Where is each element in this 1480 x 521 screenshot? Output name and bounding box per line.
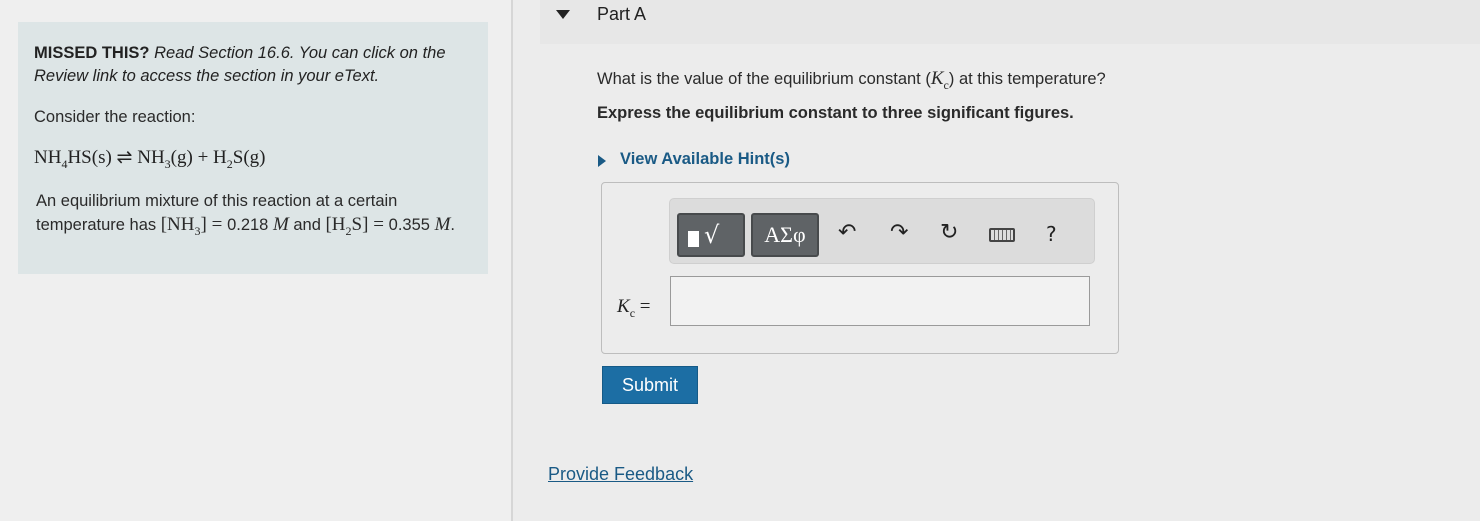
expand-triangle-icon [598, 155, 606, 167]
keyboard-icon[interactable] [989, 228, 1015, 242]
molarity-unit-1: M [272, 214, 289, 235]
nh3-open: [NH [160, 214, 195, 235]
molarity-unit-2: M [434, 214, 451, 235]
question-kc: Kc [930, 68, 949, 92]
express-instruction: Express the equilibrium constant to thre… [597, 104, 1074, 122]
and-word: and [288, 216, 326, 234]
period: . [450, 216, 455, 234]
product-2-rest: S(g) [232, 147, 266, 168]
reactant: NH [34, 147, 62, 168]
missed-this-note: MISSED THIS? Read Section 16.6. You can … [34, 42, 474, 88]
equilibrium-description: An equilibrium mixture of this reaction … [36, 189, 466, 243]
nh3-value: 0.218 [227, 216, 269, 234]
greek-symbols-button[interactable]: ΑΣφ [751, 213, 819, 257]
undo-icon[interactable]: ↶ [838, 220, 856, 245]
h2s-open: [H [325, 214, 346, 235]
collapse-triangle-icon[interactable] [556, 10, 570, 19]
kc-equals: = [635, 296, 651, 317]
product-2: H [213, 147, 227, 168]
part-title: Part A [597, 4, 647, 24]
missed-lead: MISSED THIS? [34, 44, 150, 62]
help-icon[interactable]: ? [1046, 222, 1057, 246]
hint-label: View Available Hint(s) [620, 150, 790, 168]
equals-2: = [368, 214, 389, 235]
template-square-icon [688, 231, 699, 247]
nh3-concentration: [NH3] = [160, 214, 228, 238]
templates-button[interactable]: √ [677, 213, 745, 257]
submit-button[interactable]: Submit [602, 366, 698, 404]
plus-sign: + [197, 147, 209, 168]
question-post: ) at this temperature? [948, 70, 1106, 88]
question-k: K [930, 68, 944, 89]
consider-label: Consider the reaction: [34, 108, 196, 126]
h2s-concentration: [H2S] = [325, 214, 389, 238]
kc-answer-input[interactable] [670, 276, 1090, 326]
reset-icon[interactable]: ↻ [940, 220, 958, 245]
reaction-equation: NH4HS(s) ⇌ NH3(g) + H2S(g) [34, 146, 266, 172]
h2s-close: S] [351, 214, 369, 235]
product-1: NH [137, 147, 165, 168]
equilibrium-arrow: ⇌ [116, 147, 133, 168]
kc-label: Kc = [617, 296, 650, 321]
product-1-state: (g) [170, 147, 193, 168]
redo-icon[interactable]: ↷ [890, 220, 908, 245]
question-pre: What is the value of the equilibrium con… [597, 70, 931, 88]
provide-feedback-link[interactable]: Provide Feedback [548, 464, 693, 485]
part-a-header[interactable] [540, 0, 1480, 44]
question-text: What is the value of the equilibrium con… [597, 68, 1106, 93]
radical-icon: √ [704, 221, 720, 249]
equals-1: = [206, 214, 228, 235]
reactant-rest: HS(s) [67, 147, 112, 168]
h2s-value: 0.355 [388, 216, 430, 234]
kc-k: K [617, 296, 630, 317]
